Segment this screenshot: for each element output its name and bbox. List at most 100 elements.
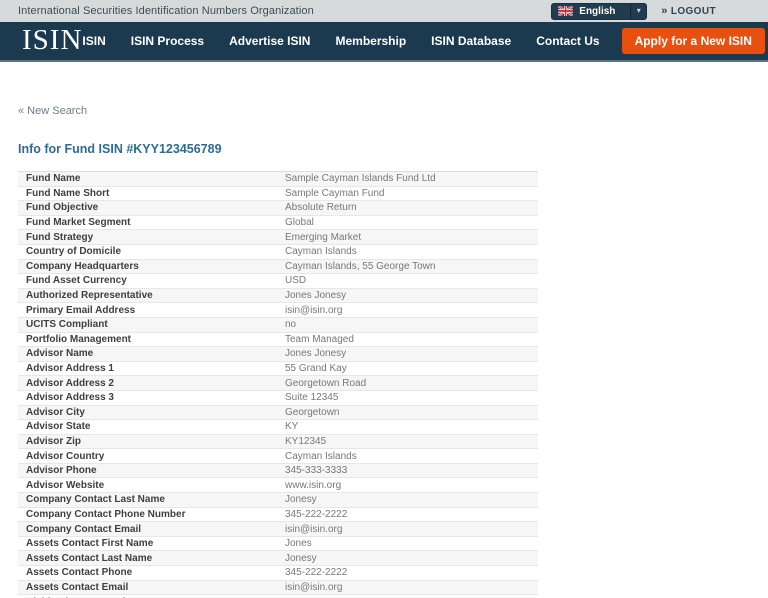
row-value: Team Managed: [277, 332, 538, 348]
chevron-down-icon: ▾: [636, 6, 641, 15]
utility-right-group: English ▾ » LOGOUT: [551, 2, 716, 20]
language-selected-label: English: [579, 5, 616, 17]
chevron-right-icon: »: [661, 4, 668, 17]
row-value: KY: [277, 419, 538, 435]
table-row: Advisor Website www.isin.org: [18, 477, 538, 494]
row-value: 345-222-2222: [277, 507, 538, 523]
row-label: Primary Email Address: [18, 302, 277, 318]
row-value: isin@isin.org: [277, 521, 538, 537]
table-row: Fund Name Sample Cayman Islands Fund Ltd: [18, 171, 538, 187]
fund-info-table-body: Fund Name Sample Cayman Islands Fund Ltd…: [18, 171, 538, 598]
row-label: Fund Asset Currency: [18, 273, 277, 289]
row-label: Advisor State: [18, 419, 277, 435]
row-label: Fund Name: [18, 171, 277, 187]
row-label: Company Contact Phone Number: [18, 507, 277, 523]
row-value: USD: [277, 273, 538, 289]
row-value: KY12345: [277, 434, 538, 450]
row-value: Jones Jonesy: [277, 346, 538, 362]
table-row: Fund Name Short Sample Cayman Fund: [18, 186, 538, 202]
row-label: Country of Domicile: [18, 244, 277, 260]
nav-item-membership[interactable]: Membership: [335, 34, 406, 48]
table-row: Assets Contact Phone 345-222-2222: [18, 565, 538, 581]
table-row: Fund Objective Absolute Return: [18, 200, 538, 216]
row-value: Emerging Market: [277, 229, 538, 245]
isin-logo[interactable]: ISIN: [22, 25, 82, 55]
row-label: UCITS Compliant: [18, 317, 277, 333]
main-nav: ISIN ISIN ISIN Process Advertise ISIN Me…: [0, 22, 768, 62]
row-label: Advisor Address 3: [18, 390, 277, 406]
row-value: isin@isin.org: [277, 580, 538, 596]
apply-new-isin-button[interactable]: Apply for a New ISIN: [621, 28, 765, 54]
row-label: Authorized Representative: [18, 288, 277, 304]
row-value: Cayman Islands: [277, 244, 538, 260]
row-value: 55 Grand Kay: [277, 361, 538, 377]
row-value: 345-333-3333: [277, 463, 538, 479]
table-row: Advisor Phone 345-333-3333: [18, 463, 538, 479]
language-select[interactable]: English ▾: [551, 2, 648, 20]
fund-info-table: Fund Name Sample Cayman Islands Fund Ltd…: [18, 171, 538, 598]
row-value: Global: [277, 215, 538, 231]
table-row: Advisor Zip KY12345: [18, 434, 538, 450]
table-row: Advisor Address 1 55 Grand Kay: [18, 361, 538, 377]
table-row: Advisor Address 2 Georgetown Road: [18, 375, 538, 391]
table-row: Fund Strategy Emerging Market: [18, 229, 538, 245]
row-value: Sample Cayman Islands Fund Ltd: [277, 171, 538, 187]
row-value: Jonesy: [277, 492, 538, 508]
table-row: Country of Domicile Cayman Islands: [18, 244, 538, 260]
row-value: Jones: [277, 536, 538, 552]
row-label: Fund Name Short: [18, 186, 277, 202]
table-row: Company Headquarters Cayman Islands, 55 …: [18, 259, 538, 275]
nav-item-contact-us[interactable]: Contact Us: [536, 34, 599, 48]
row-label: Portfolio Management: [18, 332, 277, 348]
table-row: Advisor City Georgetown: [18, 405, 538, 421]
row-value: Cayman Islands, 55 George Town: [277, 259, 538, 275]
table-row: Advisor State KY: [18, 419, 538, 435]
utility-bar: International Securities Identification …: [0, 0, 768, 22]
table-row: Fund Asset Currency USD: [18, 273, 538, 289]
table-row: Advisor Country Cayman Islands: [18, 448, 538, 464]
row-label: Fund Strategy: [18, 229, 277, 245]
row-label: Assets Contact Phone: [18, 565, 277, 581]
row-value: 345-222-2222: [277, 565, 538, 581]
logout-label: LOGOUT: [670, 5, 716, 17]
row-label: Advisor Zip: [18, 434, 277, 450]
table-row: Assets Contact Email isin@isin.org: [18, 580, 538, 596]
row-value: Absolute Return: [277, 200, 538, 216]
nav-item-isin-database[interactable]: ISIN Database: [431, 34, 511, 48]
table-row: Primary Email Address isin@isin.org: [18, 302, 538, 318]
table-row: Assets Contact Last Name Jonesy: [18, 550, 538, 567]
row-label: Assets Contact Last Name: [18, 550, 277, 567]
row-value: isin@isin.org: [277, 302, 538, 318]
new-search-back-link[interactable]: « New Search: [18, 105, 87, 117]
logout-link[interactable]: » LOGOUT: [661, 4, 716, 17]
row-label: Advisor Address 2: [18, 375, 277, 391]
table-row: Assets Contact First Name Jones: [18, 536, 538, 552]
row-label: Advisor Address 1: [18, 361, 277, 377]
row-label: Company Contact Email: [18, 521, 277, 537]
table-row: Advisor Address 3 Suite 12345: [18, 390, 538, 406]
uk-flag-icon: [558, 6, 574, 16]
row-label: Advisor Country: [18, 448, 277, 464]
nav-item-isin[interactable]: ISIN: [82, 34, 105, 48]
row-value: Sample Cayman Fund: [277, 186, 538, 202]
row-value: www.isin.org: [277, 477, 538, 494]
table-row: Fund Market Segment Global: [18, 215, 538, 231]
table-row: Company Contact Email isin@isin.org: [18, 521, 538, 537]
row-label: Company Contact Last Name: [18, 492, 277, 508]
row-label: Advisor City: [18, 405, 277, 421]
org-title: International Securities Identification …: [18, 5, 314, 17]
nav-item-advertise-isin[interactable]: Advertise ISIN: [229, 34, 310, 48]
nav-items: ISIN ISIN Process Advertise ISIN Members…: [82, 34, 599, 48]
row-value: Jonesy: [277, 550, 538, 567]
row-label: Assets Contact First Name: [18, 536, 277, 552]
row-value: Suite 12345: [277, 390, 538, 406]
table-row: Portfolio Management Team Managed: [18, 332, 538, 348]
nav-item-isin-process[interactable]: ISIN Process: [131, 34, 204, 48]
table-row: Advisor Name Jones Jonesy: [18, 346, 538, 362]
table-row: Company Contact Last Name Jonesy: [18, 492, 538, 508]
language-caret-box: ▾: [630, 3, 646, 19]
content-area: « New Search Info for Fund ISIN #KYY1234…: [0, 62, 768, 598]
row-value: no: [277, 317, 538, 333]
table-row: UCITS Compliant no: [18, 317, 538, 333]
row-label: Assets Contact Email: [18, 580, 277, 596]
